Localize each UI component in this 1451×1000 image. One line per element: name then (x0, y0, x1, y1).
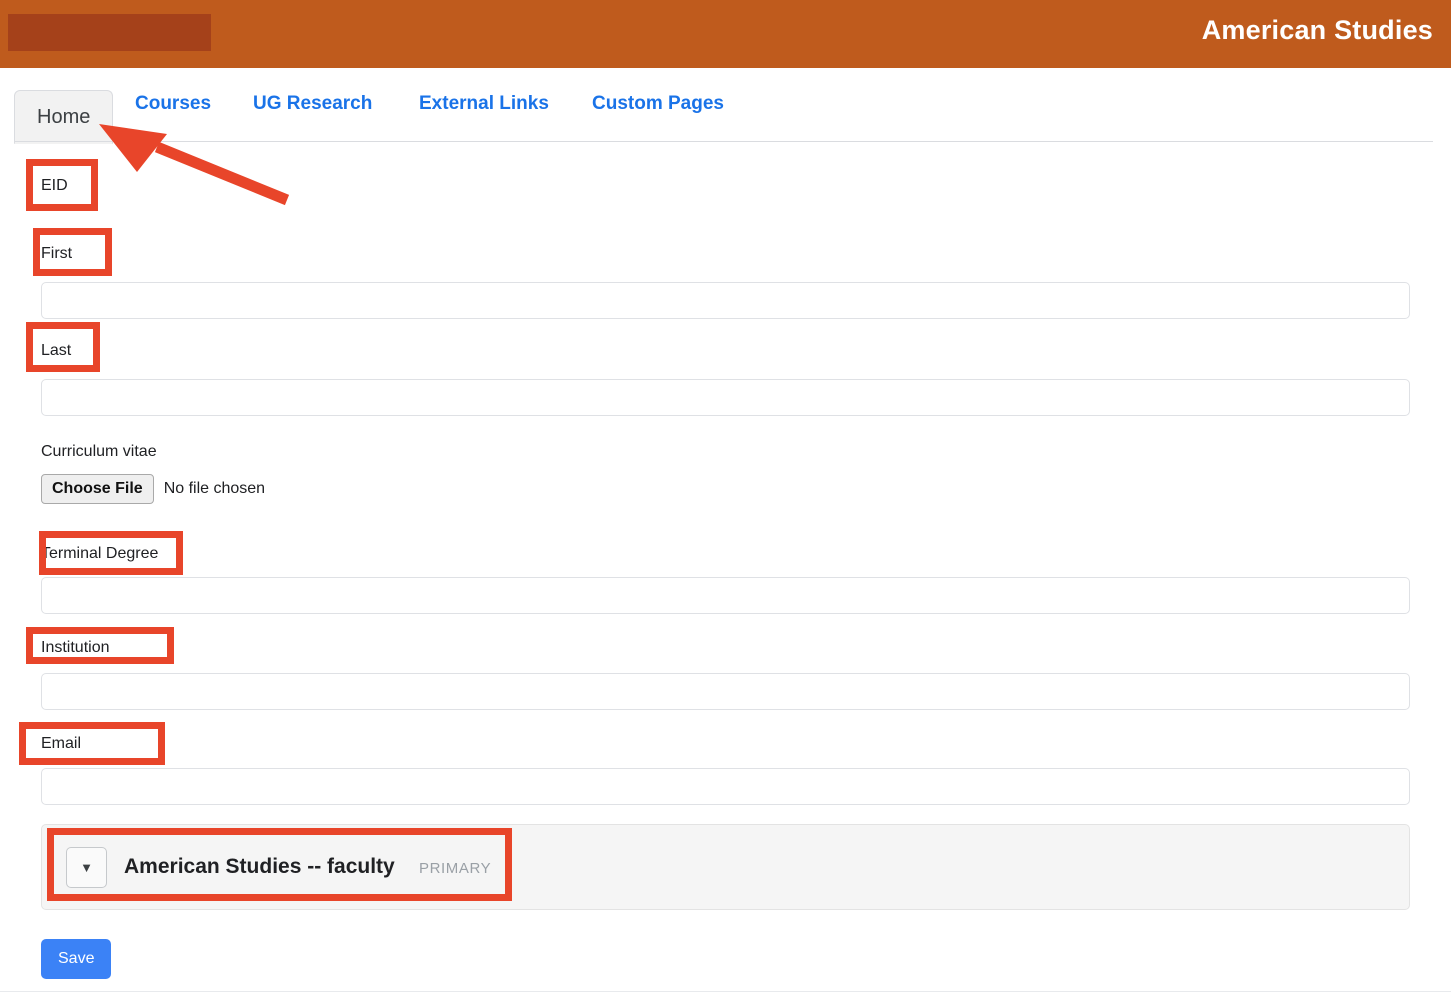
email-input[interactable] (41, 768, 1410, 805)
last-name-input[interactable] (41, 379, 1410, 416)
institution-input[interactable] (41, 673, 1410, 710)
label-first: First (41, 245, 73, 262)
site-header: American Studies (0, 0, 1451, 68)
tab-bar-divider (14, 141, 1433, 142)
caret-down-icon[interactable]: ▼ (66, 847, 107, 888)
label-eid: EID (41, 177, 68, 194)
tab-ug-research[interactable]: UG Research (253, 90, 372, 118)
tab-courses[interactable]: Courses (135, 90, 211, 118)
label-terminal-degree: Terminal Degree (41, 545, 159, 562)
choose-file-button[interactable]: Choose File (41, 474, 154, 504)
page-title: American Studies (1201, 15, 1433, 45)
file-status-text: No file chosen (163, 480, 266, 497)
terminal-degree-input[interactable] (41, 577, 1410, 614)
tab-external-links[interactable]: External Links (419, 90, 549, 118)
save-button[interactable]: Save (41, 939, 112, 979)
label-email: Email (41, 735, 82, 752)
cv-file-input[interactable]: Choose File No file chosen (41, 474, 265, 504)
affiliation-panel: ▼ American Studies -- faculty PRIMARY (41, 824, 1410, 910)
tab-bar: Home Courses UG Research External Links … (0, 68, 1451, 144)
tab-home[interactable]: Home (14, 90, 114, 144)
site-logo-placeholder (8, 14, 211, 51)
label-institution: Institution (41, 639, 110, 656)
first-name-input[interactable] (41, 282, 1410, 319)
label-curriculum-vitae: Curriculum vitae (41, 443, 157, 460)
primary-badge: PRIMARY (419, 860, 492, 877)
page-bottom-divider (0, 991, 1451, 992)
label-last: Last (41, 342, 72, 359)
affiliation-title: American Studies -- faculty (124, 855, 395, 878)
tab-custom-pages[interactable]: Custom Pages (592, 90, 724, 118)
